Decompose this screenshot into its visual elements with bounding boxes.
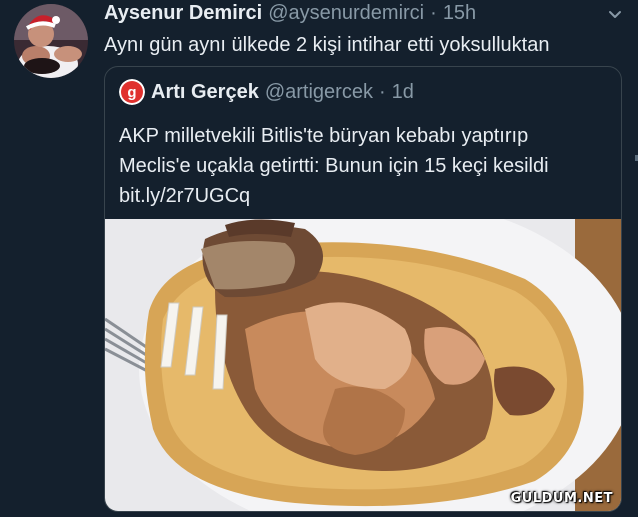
logo-letter: g [127, 84, 136, 101]
food-photo[interactable]: GULDUM.NET [105, 219, 621, 511]
tweet-timestamp[interactable]: 15h [443, 2, 476, 25]
quoted-tweet[interactable]: g Artı Gerçek @artigercek · 1d AKP mille… [104, 66, 622, 512]
user-avatar[interactable] [14, 4, 88, 78]
tweet-author[interactable]: Aysenur Demirci @aysenurdemirci · 15h [104, 2, 476, 28]
chevron-down-icon[interactable] [606, 6, 624, 24]
quoted-tweet-text: AKP milletvekili Bitlis'te büryan kebabı… [119, 121, 609, 211]
quoted-author-display-name[interactable]: Artı Gerçek [151, 81, 259, 104]
tweet[interactable]: Aysenur Demirci @aysenurdemirci · 15h Ay… [0, 0, 638, 517]
arti-gercek-logo-icon[interactable]: g [119, 79, 145, 105]
separator-dot: · [430, 2, 437, 24]
tweet-text: Aynı gün aynı ülkede 2 kişi intihar etti… [104, 34, 550, 56]
quoted-text-line-2: Meclis'e uçakla getirtti: Bunun için 15 … [119, 155, 549, 177]
quoted-text-line-1: AKP milletvekili Bitlis'te büryan kebabı… [119, 125, 529, 147]
author-handle[interactable]: @aysenurdemirci [268, 2, 424, 25]
quoted-separator-dot: · [378, 80, 386, 103]
quoted-link[interactable]: bit.ly/2r7UGCq [119, 181, 609, 211]
quoted-tweet-author[interactable]: g Artı Gerçek @artigercek · 1d [119, 79, 414, 105]
author-display-name[interactable]: Aysenur Demirci [104, 2, 262, 25]
watermark: GULDUM.NET [510, 491, 613, 506]
quoted-author-handle[interactable]: @artigercek [265, 81, 373, 104]
quoted-tweet-timestamp[interactable]: 1d [392, 81, 414, 104]
